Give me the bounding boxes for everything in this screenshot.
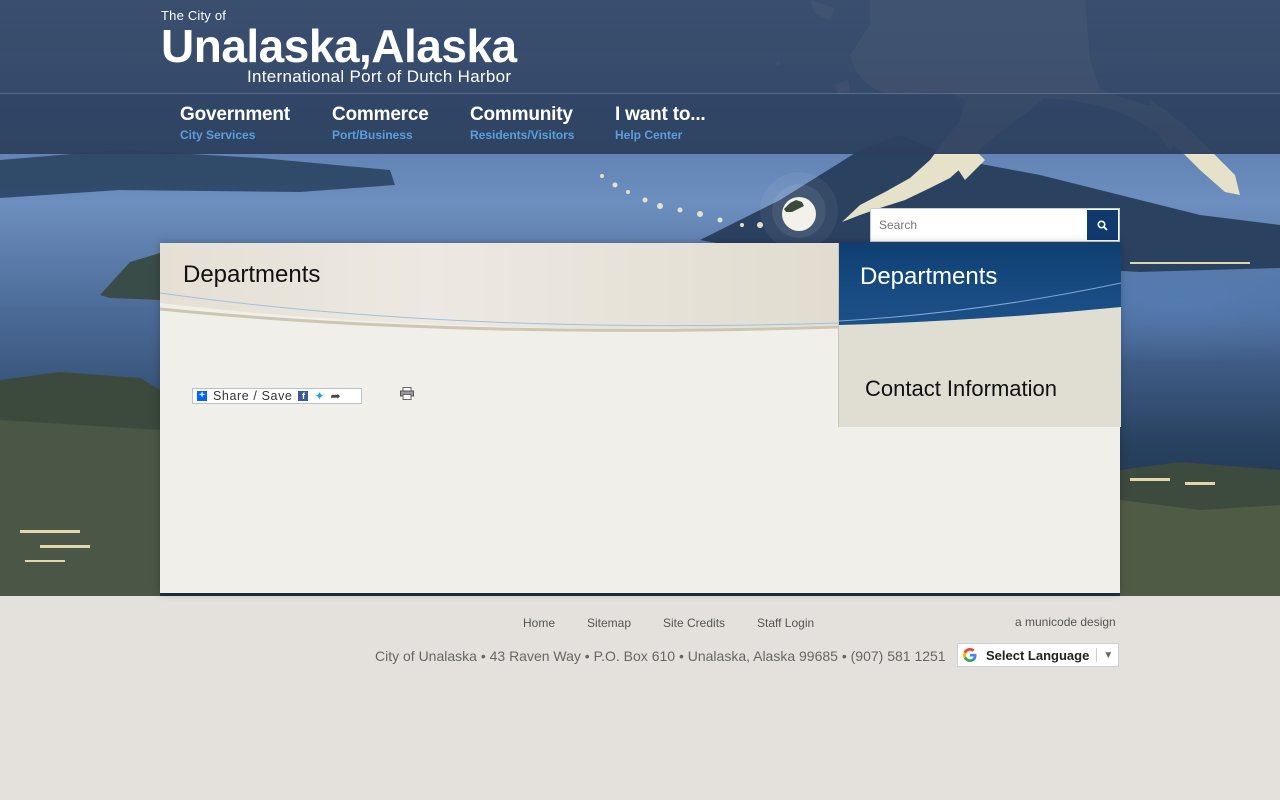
page-title: Departments <box>183 261 321 288</box>
plus-icon: + <box>197 391 207 401</box>
content-panel: Departments + Share / Save f ✦ ➦ Departm… <box>160 243 1121 593</box>
language-selector[interactable]: Select Language ▼ <box>957 643 1119 667</box>
footer-link-sitemap[interactable]: Sitemap <box>587 616 631 630</box>
nav-title: Government <box>180 104 290 125</box>
footer-link-home[interactable]: Home <box>523 616 555 630</box>
sidebar-item-contact-information[interactable]: Contact Information <box>865 376 1057 402</box>
header-swoosh <box>160 292 838 338</box>
share-label: Share / Save <box>213 389 293 403</box>
nav-subtitle: City Services <box>180 128 256 142</box>
sidebar-heading-panel[interactable]: Departments <box>839 243 1121 329</box>
footer-address: City of Unalaska • 43 Raven Way • P.O. B… <box>375 648 946 664</box>
sidebar: Departments Contact Information <box>838 243 1121 427</box>
nav-subtitle: Port/Business <box>332 128 413 142</box>
island-icon <box>784 200 804 212</box>
site-name: Unalaska,Alaska <box>161 20 517 72</box>
google-icon <box>963 648 977 662</box>
search-box <box>870 208 1120 242</box>
facebook-icon[interactable]: f <box>298 391 309 401</box>
site-tagline: International Port of Dutch Harbor <box>247 67 512 86</box>
share-arrow-icon[interactable]: ➦ <box>331 389 341 403</box>
municode-credit[interactable]: a municode design <box>1015 615 1116 629</box>
unalaska-location-marker <box>760 172 838 250</box>
site-logo[interactable]: The City of Unalaska,Alaska Internationa… <box>161 8 517 86</box>
twitter-icon[interactable]: ✦ <box>314 389 324 403</box>
sidebar-heading: Departments <box>860 263 998 290</box>
divider <box>1096 648 1098 662</box>
footer-link-site-credits[interactable]: Site Credits <box>663 616 725 630</box>
nav-i-want-to[interactable]: I want to... Help Center <box>615 104 706 142</box>
nav-title: Commerce <box>332 104 429 125</box>
footer-link-staff-login[interactable]: Staff Login <box>757 616 814 630</box>
nav-title: Community <box>470 104 573 125</box>
dropdown-arrow-icon: ▼ <box>1103 649 1114 661</box>
nav-subtitle: Residents/Visitors <box>470 128 575 142</box>
share-save-button[interactable]: + Share / Save f ✦ ➦ <box>192 388 362 404</box>
language-label: Select Language <box>986 647 1090 663</box>
print-button[interactable] <box>400 387 414 405</box>
search-button[interactable] <box>1087 210 1118 240</box>
nav-title: I want to... <box>615 104 706 125</box>
printer-icon <box>400 387 414 400</box>
nav-community[interactable]: Community Residents/Visitors <box>470 104 574 142</box>
nav-government[interactable]: Government City Services <box>180 104 290 142</box>
search-input[interactable] <box>871 209 1081 241</box>
search-icon <box>1097 219 1108 231</box>
nav-commerce[interactable]: Commerce Port/Business <box>332 104 429 142</box>
page-header: Departments <box>160 243 838 338</box>
nav-subtitle: Help Center <box>615 128 683 142</box>
